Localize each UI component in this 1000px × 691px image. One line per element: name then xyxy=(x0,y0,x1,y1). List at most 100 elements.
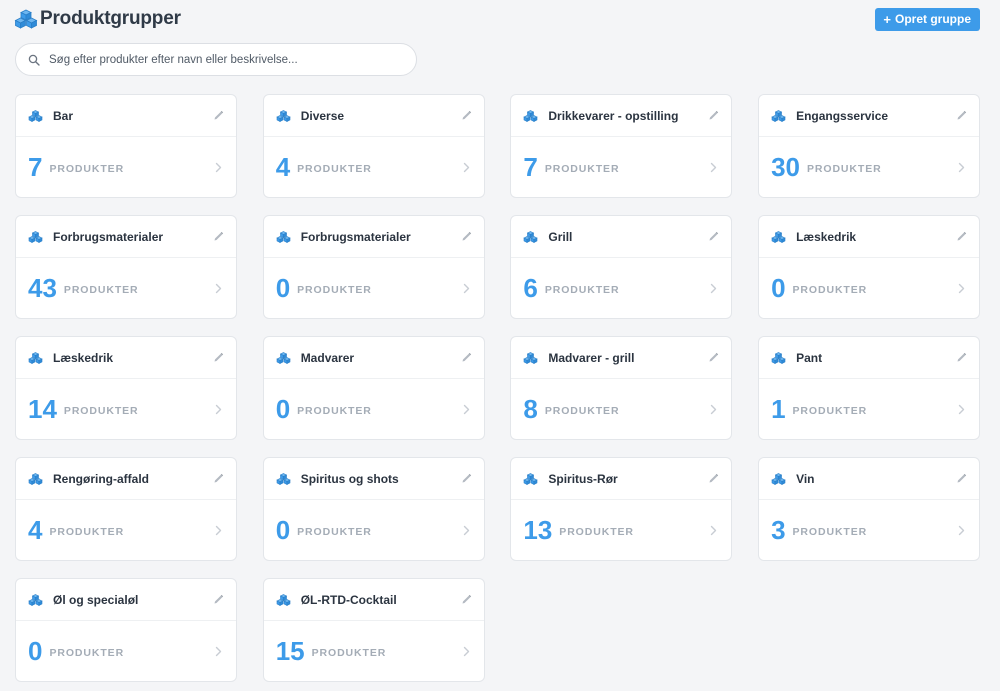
product-count-label: PRODUKTER xyxy=(63,405,139,417)
group-card[interactable]: Grill 6 PRODUKTER xyxy=(510,215,733,319)
chevron-right-icon[interactable] xyxy=(958,404,965,415)
product-count: 6 xyxy=(523,273,538,303)
pencil-icon[interactable] xyxy=(461,473,472,484)
group-card[interactable]: Pant 1 PRODUKTER xyxy=(758,336,981,440)
pencil-icon[interactable] xyxy=(213,594,224,605)
product-count-label: PRODUKTER xyxy=(792,405,868,417)
group-card[interactable]: ØL-RTD-Cocktail 15 PRODUKTER xyxy=(262,578,485,682)
pencil-icon[interactable] xyxy=(708,473,719,484)
group-card-header: Engangsservice xyxy=(759,95,980,137)
group-card-header: Grill xyxy=(511,216,732,258)
group-card-header: ØL-RTD-Cocktail xyxy=(263,579,484,621)
group-card-header: Øl og specialøl xyxy=(16,579,236,621)
pencil-icon[interactable] xyxy=(461,110,472,121)
product-count: 15 xyxy=(275,636,305,666)
product-count-label: PRODUKTER xyxy=(297,163,372,175)
group-name: Diverse xyxy=(300,108,345,123)
chevron-right-icon[interactable] xyxy=(958,283,965,294)
group-name: Læskedrik xyxy=(53,350,114,365)
group-card[interactable]: Rengøring-affald 4 PRODUKTER xyxy=(15,457,237,561)
group-card[interactable]: Øl og specialøl 0 PRODUKTER xyxy=(15,578,237,682)
group-name: Spiritus-Rør xyxy=(548,471,618,486)
group-card[interactable]: Drikkevarer - opstilling 7 PRODUKTER xyxy=(510,94,733,198)
group-card-header: Forbrugsmaterialer xyxy=(16,216,236,258)
cubes-icon xyxy=(276,351,291,364)
product-count: 4 xyxy=(28,515,43,545)
search-input[interactable] xyxy=(49,53,399,66)
group-card[interactable]: Læskedrik 0 PRODUKTER xyxy=(758,215,981,319)
pencil-icon[interactable] xyxy=(708,110,719,121)
chevron-right-icon[interactable] xyxy=(215,283,222,294)
pencil-icon[interactable] xyxy=(956,231,967,242)
create-group-button[interactable]: + Opret gruppe xyxy=(875,7,980,31)
pencil-icon[interactable] xyxy=(213,473,224,484)
pencil-icon[interactable] xyxy=(956,473,967,484)
page-title: Produktgrupper xyxy=(40,8,181,29)
group-card-header: Spiritus-Rør xyxy=(511,458,732,500)
chevron-right-icon[interactable] xyxy=(958,162,965,173)
chevron-right-icon[interactable] xyxy=(710,283,717,294)
title-group: Produktgrupper xyxy=(14,8,181,30)
product-count-label: PRODUKTER xyxy=(49,526,125,538)
group-card[interactable]: Spiritus-Rør 13 PRODUKTER xyxy=(510,457,733,561)
product-count-label: PRODUKTER xyxy=(297,284,372,296)
group-name: Madvarer xyxy=(300,350,355,365)
pencil-icon[interactable] xyxy=(461,594,472,605)
group-card-header: Læskedrik xyxy=(16,337,236,379)
product-count: 0 xyxy=(275,273,291,303)
product-count-label: PRODUKTER xyxy=(544,163,620,175)
pencil-icon[interactable] xyxy=(956,110,967,121)
group-card[interactable]: Engangsservice 30 PRODUKTER xyxy=(758,94,981,198)
group-name: Øl og specialøl xyxy=(53,592,139,607)
group-card[interactable]: Madvarer 0 PRODUKTER xyxy=(262,336,485,440)
product-count: 0 xyxy=(28,636,43,666)
group-card[interactable]: Diverse 4 PRODUKTER xyxy=(262,94,485,198)
chevron-right-icon[interactable] xyxy=(215,162,222,173)
product-count-label: PRODUKTER xyxy=(792,284,868,296)
group-name: Forbrugsmaterialer xyxy=(300,229,411,244)
cubes-icon xyxy=(523,472,539,485)
group-card-body: 8 PRODUKTER xyxy=(511,379,731,439)
group-card[interactable]: Bar 7 PRODUKTER xyxy=(15,94,237,198)
pencil-icon[interactable] xyxy=(213,231,224,242)
chevron-right-icon[interactable] xyxy=(463,646,470,657)
chevron-right-icon[interactable] xyxy=(463,525,470,536)
group-card-body: 15 PRODUKTER xyxy=(264,621,484,681)
chevron-right-icon[interactable] xyxy=(215,646,222,657)
group-card[interactable]: Vin 3 PRODUKTER xyxy=(758,457,981,561)
group-card[interactable]: Læskedrik 14 PRODUKTER xyxy=(15,336,237,440)
product-count: 43 xyxy=(28,273,57,303)
group-name: Engangsservice xyxy=(796,108,889,123)
product-count-label: PRODUKTER xyxy=(49,647,125,659)
chevron-right-icon[interactable] xyxy=(463,404,470,415)
chevron-right-icon[interactable] xyxy=(958,525,965,536)
product-count: 4 xyxy=(275,152,291,182)
pencil-icon[interactable] xyxy=(461,231,472,242)
chevron-right-icon[interactable] xyxy=(710,525,717,536)
product-count-label: PRODUKTER xyxy=(544,405,620,417)
group-card-header: Læskedrik xyxy=(759,216,980,258)
pencil-icon[interactable] xyxy=(708,231,719,242)
cubes-icon xyxy=(523,230,539,243)
chevron-right-icon[interactable] xyxy=(710,162,717,173)
pencil-icon[interactable] xyxy=(213,110,224,121)
chevron-right-icon[interactable] xyxy=(710,404,717,415)
search-bar[interactable] xyxy=(15,43,417,76)
group-card[interactable]: Madvarer - grill 8 PRODUKTER xyxy=(510,336,733,440)
group-name: Pant xyxy=(796,350,823,365)
chevron-right-icon[interactable] xyxy=(215,525,222,536)
chevron-right-icon[interactable] xyxy=(463,283,470,294)
group-card[interactable]: Spiritus og shots 0 PRODUKTER xyxy=(262,457,485,561)
cubes-icon xyxy=(28,109,43,122)
cubes-icon xyxy=(14,9,38,29)
pencil-icon[interactable] xyxy=(213,352,224,363)
chevron-right-icon[interactable] xyxy=(463,162,470,173)
pencil-icon[interactable] xyxy=(461,352,472,363)
pencil-icon[interactable] xyxy=(708,352,719,363)
group-card[interactable]: Forbrugsmaterialer 43 PRODUKTER xyxy=(15,215,237,319)
group-name: ØL-RTD-Cocktail xyxy=(300,592,397,607)
pencil-icon[interactable] xyxy=(956,352,967,363)
chevron-right-icon[interactable] xyxy=(215,404,222,415)
group-card[interactable]: Forbrugsmaterialer 0 PRODUKTER xyxy=(262,215,485,319)
product-count: 0 xyxy=(275,515,291,545)
